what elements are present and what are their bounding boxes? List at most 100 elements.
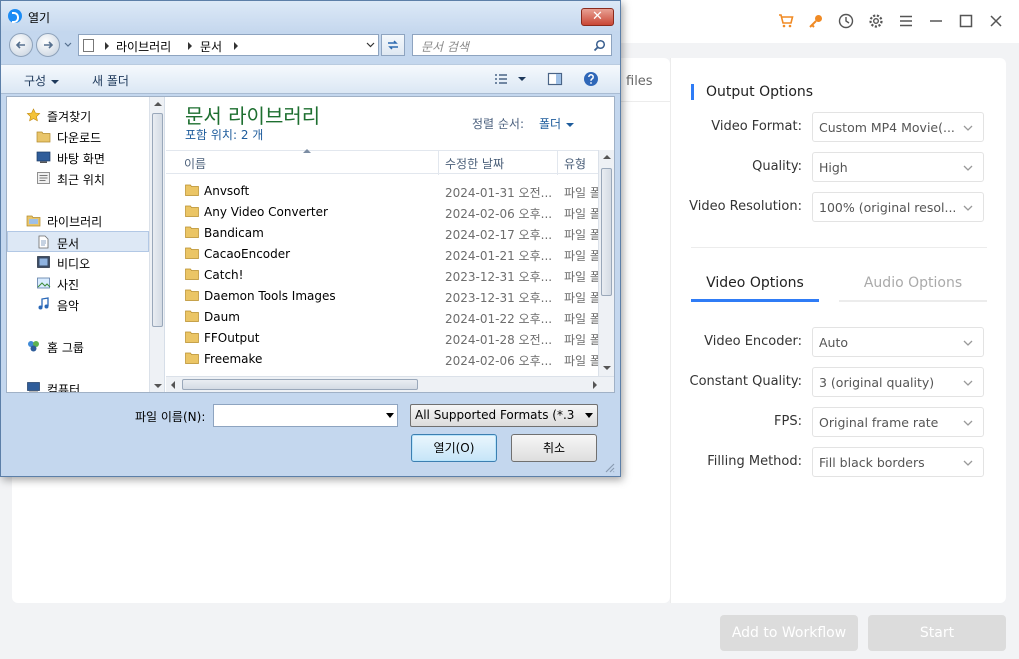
folder-icon (185, 226, 199, 238)
video-format-select[interactable]: Custom MP4 Movie(... (812, 112, 984, 142)
close-icon[interactable] (986, 12, 1005, 31)
includes-label: 포함 위치: (185, 128, 238, 142)
folder-icon (185, 331, 199, 343)
scroll-up-icon[interactable] (154, 102, 162, 106)
file-type: 파일 폴더 (564, 312, 598, 326)
constant-quality-select[interactable]: 3 (original quality) (812, 367, 984, 397)
add-to-workflow-button[interactable]: Add to Workflow (720, 615, 858, 651)
nav-scroll-thumb[interactable] (152, 113, 163, 327)
chevron-down-icon (963, 420, 973, 426)
video-resolution-select[interactable]: 100% (original resol... (812, 192, 984, 222)
cart-icon[interactable] (776, 12, 795, 31)
nav-label: 비디오 (57, 257, 91, 271)
gear-icon[interactable] (866, 12, 885, 31)
file-row[interactable]: Any Video Converter 2024-02-06 오후... 파일 … (166, 202, 598, 223)
column-modified[interactable]: 수정한 날짜 (445, 155, 504, 172)
recent-pages-dropdown-icon[interactable] (64, 41, 72, 49)
nav-scrollbar[interactable] (149, 97, 164, 392)
scroll-down-icon[interactable] (603, 366, 611, 370)
clock-icon[interactable] (836, 12, 855, 31)
tab-video-options[interactable]: Video Options (691, 268, 819, 302)
nav-item-homegroup[interactable]: 홈 그룹 (7, 336, 149, 357)
key-icon[interactable] (806, 12, 825, 31)
organize-menu[interactable]: 구성 (24, 72, 60, 89)
video-encoder-select[interactable]: Auto (812, 327, 984, 357)
options-tabs: Video Options Audio Options (691, 268, 987, 302)
nav-label: 음악 (57, 299, 80, 313)
quality-select[interactable]: High (812, 152, 984, 182)
nav-item-desktop[interactable]: 바탕 화면 (7, 147, 149, 168)
column-name[interactable]: 이름 (184, 155, 206, 172)
file-row[interactable]: CacaoEncoder 2024-01-21 오후... 파일 폴더 (166, 244, 598, 265)
address-box[interactable]: 라이브러리 문서 (78, 34, 379, 56)
nav-item-recent-places[interactable]: 최근 위치 (7, 168, 149, 189)
forward-button[interactable] (36, 33, 60, 57)
caret-down-icon (566, 122, 575, 127)
nav-item-music[interactable]: 음악 (7, 294, 149, 315)
vertical-scroll-thumb[interactable] (601, 168, 612, 296)
new-folder-button[interactable]: 새 폴더 (92, 72, 129, 89)
column-type[interactable]: 유형 (564, 155, 586, 172)
nav-label: 홈 그룹 (47, 341, 84, 355)
back-button[interactable] (9, 33, 33, 57)
tab-audio-options[interactable]: Audio Options (839, 268, 987, 302)
column-separator[interactable] (438, 151, 439, 175)
nav-item-downloads[interactable]: 다운로드 (7, 126, 149, 147)
file-type: 파일 폴더 (564, 207, 598, 221)
window-controls (776, 11, 1005, 31)
filename-dropdown-icon[interactable] (386, 413, 394, 418)
breadcrumb-documents[interactable]: 문서 (200, 38, 222, 55)
includes-value[interactable]: 2 개 (241, 128, 264, 142)
search-box[interactable]: 문서 검색 (412, 34, 612, 56)
library-includes[interactable]: 포함 위치: 2 개 (185, 126, 263, 143)
start-button[interactable]: Start (868, 615, 1006, 651)
maximize-icon[interactable] (956, 12, 975, 31)
file-row[interactable]: FFOutput 2024-01-28 오전... 파일 폴더 (166, 328, 598, 349)
nav-item-pictures[interactable]: 사진 (7, 273, 149, 294)
file-row[interactable]: Catch! 2023-12-31 오후... 파일 폴더 (166, 265, 598, 286)
open-button[interactable]: 열기(O) (411, 434, 497, 462)
preview-pane-icon[interactable] (547, 71, 563, 87)
search-icon[interactable] (593, 39, 606, 52)
column-separator[interactable] (557, 151, 558, 175)
dialog-close-button[interactable]: ✕ (581, 8, 614, 26)
scroll-left-icon[interactable] (171, 381, 175, 389)
nav-label: 라이브러리 (47, 215, 103, 229)
file-date: 2024-01-21 오후... (445, 249, 553, 263)
refresh-button[interactable] (381, 34, 405, 56)
scroll-up-icon[interactable] (603, 155, 611, 159)
view-dropdown-icon[interactable] (518, 77, 526, 81)
section-divider (691, 247, 987, 248)
file-row[interactable]: Freemake 2024-02-06 오후... 파일 폴더 (166, 349, 598, 370)
resize-grip-icon[interactable] (603, 461, 615, 473)
horizontal-scroll-thumb[interactable] (182, 379, 418, 390)
filling-method-select[interactable]: Fill black borders (812, 447, 984, 477)
menu-icon[interactable] (896, 12, 915, 31)
nav-item-documents[interactable]: 문서 (7, 231, 149, 252)
help-icon[interactable] (583, 71, 599, 87)
cancel-button[interactable]: 취소 (511, 434, 597, 462)
file-list-horizontal-scrollbar[interactable] (166, 376, 614, 392)
nav-item-libraries[interactable]: 라이브러리 (7, 210, 149, 231)
file-row[interactable]: Daum 2024-01-22 오후... 파일 폴더 (166, 307, 598, 328)
nav-item-videos[interactable]: 비디오 (7, 252, 149, 273)
scroll-down-icon[interactable] (154, 384, 162, 388)
sort-value[interactable]: 폴더 (539, 115, 575, 132)
chevron-down-icon (963, 205, 973, 211)
file-row[interactable]: Bandicam 2024-02-17 오후... 파일 폴더 (166, 223, 598, 244)
scroll-right-icon[interactable] (593, 381, 597, 389)
breadcrumb-separator-icon (105, 42, 109, 50)
address-dropdown-icon[interactable] (366, 40, 375, 49)
file-row[interactable]: Anvsoft 2024-01-31 오전... 파일 폴더 (166, 181, 598, 202)
breadcrumb-library[interactable]: 라이브러리 (116, 38, 171, 55)
video-format-row: Video Format: Custom MP4 Movie(... (671, 112, 1007, 142)
view-options-icon[interactable] (493, 71, 509, 87)
file-row[interactable]: Daemon Tools Images 2023-12-31 오후... 파일 … (166, 286, 598, 307)
fps-select[interactable]: Original frame rate (812, 407, 984, 437)
minimize-icon[interactable] (926, 12, 945, 31)
filename-input[interactable] (213, 404, 398, 427)
file-list-vertical-scrollbar[interactable] (598, 150, 614, 376)
file-type-filter-select[interactable]: All Supported Formats (*.3g2;* (410, 404, 598, 427)
nav-item-favorites[interactable]: 즐겨찾기 (7, 105, 149, 126)
nav-item-computer[interactable]: 컴퓨터 (7, 378, 149, 392)
